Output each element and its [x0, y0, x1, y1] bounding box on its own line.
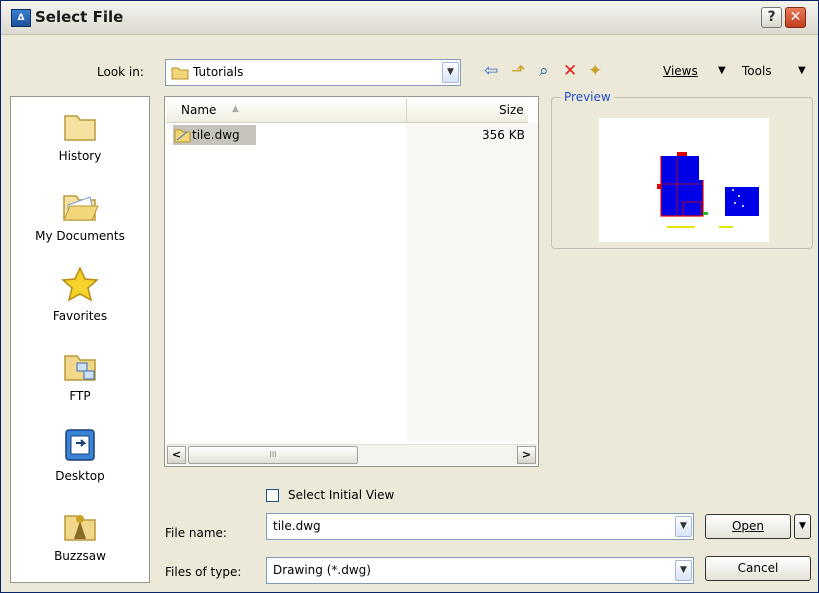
file-name-field[interactable]: tile.dwg ▼: [266, 513, 694, 540]
place-ftp[interactable]: FTP: [11, 345, 149, 403]
place-history[interactable]: History: [11, 105, 149, 163]
place-buzzsaw[interactable]: Buzzsaw: [11, 505, 149, 563]
file-size-cell: 356 KB: [482, 128, 525, 142]
open-button[interactable]: Open: [705, 514, 791, 539]
cancel-button[interactable]: Cancel: [705, 556, 811, 581]
place-favorites[interactable]: Favorites: [11, 265, 149, 323]
drawing-preview-image: [599, 118, 769, 242]
place-label: History: [58, 149, 102, 163]
file-type-label: Files of type:: [165, 565, 242, 579]
views-dropdown-icon[interactable]: ▼: [718, 65, 726, 76]
file-type-combo[interactable]: Drawing (*.dwg) ▼: [266, 557, 694, 584]
place-desktop[interactable]: Desktop: [11, 425, 149, 483]
scroll-left-button[interactable]: <: [167, 446, 186, 464]
desktop-icon: [65, 429, 95, 461]
delete-icon[interactable]: ✕: [563, 61, 577, 81]
views-menu[interactable]: Views: [663, 64, 698, 78]
up-folder-icon[interactable]: ⬏: [511, 61, 525, 81]
column-header-name[interactable]: Name ▲: [166, 98, 407, 123]
tools-menu[interactable]: Tools: [742, 64, 772, 78]
back-arrow-icon[interactable]: ⇦: [484, 61, 498, 81]
ftp-icon: [64, 355, 96, 381]
file-name-value: tile.dwg: [273, 519, 321, 533]
column-label: Size: [499, 103, 524, 117]
dwg-file-icon: [174, 129, 191, 143]
autocad-app-icon: Δ: [11, 9, 31, 27]
look-in-label: Look in:: [97, 65, 144, 79]
list-empty-area: [407, 123, 538, 442]
place-label: Buzzsaw: [54, 549, 106, 563]
cancel-button-label: Cancel: [737, 561, 779, 575]
column-label: Name: [181, 103, 217, 117]
file-name-cell: tile.dwg: [192, 128, 240, 142]
open-options-dropdown[interactable]: ▼: [794, 514, 811, 539]
look-in-dropdown-button[interactable]: ▼: [442, 62, 459, 83]
place-my-documents[interactable]: My Documents: [11, 185, 149, 243]
place-label: FTP: [69, 389, 91, 403]
buzzsaw-icon: [64, 515, 96, 541]
file-row-selected[interactable]: tile.dwg: [173, 125, 256, 145]
select-file-dialog: Δ Select File ? ✕ Look in: Tutorials ▼ ⇦…: [0, 0, 819, 593]
select-initial-view-checkbox[interactable]: [266, 489, 279, 502]
place-label: Favorites: [52, 309, 108, 323]
search-web-icon[interactable]: ⌕: [539, 61, 549, 81]
open-button-label: Open: [731, 519, 765, 533]
new-folder-icon[interactable]: ✦: [588, 61, 602, 81]
place-label: My Documents: [35, 229, 125, 243]
look-in-value: Tutorials: [193, 65, 244, 79]
drawing-thumbnail: [657, 152, 759, 228]
look-in-combo[interactable]: Tutorials ▼: [165, 59, 461, 86]
tools-dropdown-icon[interactable]: ▼: [798, 65, 806, 76]
select-initial-view-label: Select Initial View: [288, 488, 395, 502]
open-folder-icon: [63, 195, 99, 221]
folder-icon: [171, 67, 189, 80]
file-name-label: File name:: [165, 526, 227, 540]
folder-icon: [64, 115, 96, 141]
title-bar: Δ Select File ? ✕: [1, 1, 818, 35]
places-bar: History My Documents Favorites FTP Deskt…: [10, 96, 150, 583]
star-icon: [61, 266, 99, 302]
scroll-right-button[interactable]: >: [517, 446, 536, 464]
file-type-dropdown-button[interactable]: ▼: [675, 560, 692, 581]
window-title: Select File: [35, 8, 124, 26]
close-button[interactable]: ✕: [785, 7, 806, 28]
help-button[interactable]: ?: [761, 7, 782, 28]
scroll-thumb[interactable]: III: [188, 446, 358, 464]
file-list: Name ▲ Size tile.dwg 356 KB < III >: [164, 96, 539, 467]
sort-ascending-icon: ▲: [232, 104, 239, 114]
horizontal-scrollbar[interactable]: < III >: [166, 444, 537, 465]
file-type-value: Drawing (*.dwg): [273, 563, 371, 577]
file-name-dropdown-button[interactable]: ▼: [675, 516, 692, 537]
place-label: Desktop: [55, 469, 105, 483]
column-header-size[interactable]: Size: [407, 98, 528, 123]
preview-label: Preview: [561, 90, 614, 104]
